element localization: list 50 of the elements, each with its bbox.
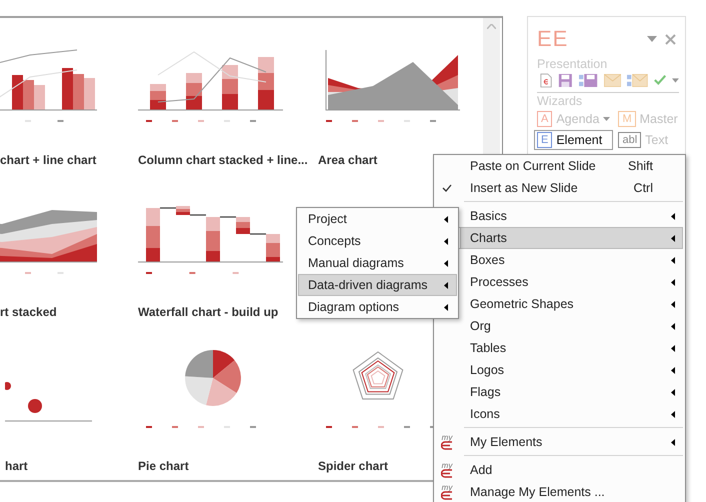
wizard-button[interactable]: abl Text (615, 130, 681, 150)
submenu-arrow-icon (671, 300, 675, 308)
chart-title: Spider chart (318, 458, 388, 475)
submenu-arrow-icon (444, 304, 448, 310)
dropdown-icon[interactable] (647, 36, 657, 42)
submenu-arrow-icon (671, 212, 675, 220)
menu-item[interactable]: Paste on Current Slide Shift (434, 155, 683, 177)
mail-as-icon[interactable] (627, 72, 648, 88)
submenu-arrow-icon (671, 438, 675, 446)
submenu-arrow-icon (671, 234, 675, 242)
scroll-up-icon[interactable] (487, 24, 496, 29)
submenu-arrow-icon (671, 410, 675, 418)
checkmark-icon (442, 184, 452, 192)
check-icon[interactable] (654, 74, 666, 86)
close-icon[interactable] (665, 34, 676, 44)
mail-icon[interactable] (604, 72, 622, 88)
menu-item[interactable]: Tables (434, 337, 683, 359)
chart-title: Waterfall chart - build up (138, 304, 278, 321)
chart-title: Area chart (318, 152, 378, 169)
menu-item[interactable]: my Add (434, 459, 683, 481)
menu-item[interactable]: Data-driven diagrams (298, 274, 457, 296)
menu-item[interactable]: my My Elements (434, 431, 683, 453)
menu-item[interactable]: my Manage My Elements ... (434, 481, 683, 502)
dropdown-icon[interactable] (672, 78, 680, 82)
menu-item[interactable]: Logos (434, 359, 683, 381)
panel-logo: EE (537, 26, 568, 52)
menu-item[interactable]: Insert as New Slide Ctrl (434, 177, 683, 199)
wizard-button[interactable]: E Element (534, 130, 614, 150)
submenu-arrow-icon (671, 278, 675, 286)
chart-title: hart (5, 458, 28, 475)
chart-title: Pie chart (138, 458, 189, 475)
submenu-arrow-icon (671, 256, 675, 264)
new-document-icon[interactable] (540, 72, 552, 88)
caret-icon[interactable] (603, 117, 610, 121)
submenu-arrow-icon (444, 260, 448, 266)
submenu-arrow-icon (444, 216, 448, 222)
menu-item[interactable]: Org (434, 315, 683, 337)
chart-title: Column chart stacked + line... (138, 152, 308, 169)
chart-title: chart + line chart (0, 152, 96, 169)
save-icon[interactable] (558, 72, 573, 88)
submenu-arrow-icon (671, 366, 675, 374)
menu-item[interactable]: Icons (434, 403, 683, 425)
menu-item[interactable]: Flags (434, 381, 683, 403)
submenu-arrow-icon (671, 344, 675, 352)
submenu-arrow-icon (671, 388, 675, 396)
submenu-arrow-icon (671, 322, 675, 330)
save-as-icon[interactable] (578, 72, 598, 88)
submenu-arrow-icon (444, 282, 448, 288)
chart-title: rt stacked (0, 304, 57, 321)
submenu-arrow-icon (444, 238, 448, 244)
